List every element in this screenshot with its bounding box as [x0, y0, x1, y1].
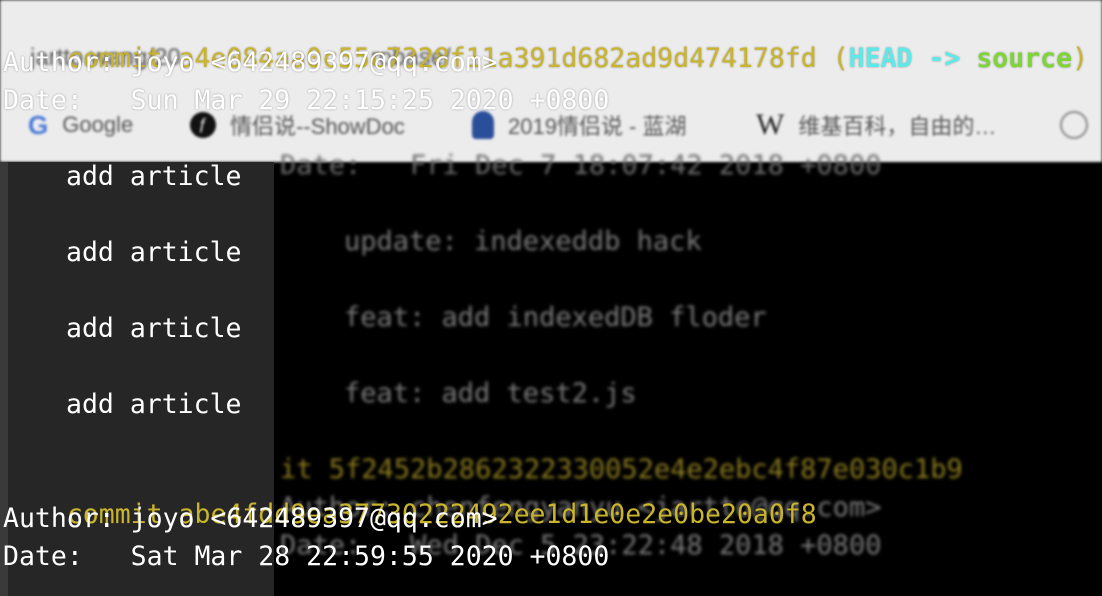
ref-arrow: ->	[928, 43, 961, 74]
author-value: joyo <642489397@qq.com>	[130, 503, 498, 534]
ref-paren-close: )	[1072, 43, 1089, 74]
commit-message: add article	[66, 237, 242, 268]
author-label: Author:	[3, 47, 115, 78]
date-line: Date: Sat Mar 28 22:59:55 2020 +0800	[3, 540, 609, 574]
author-line: Author: joyo <642489397@qq.com>	[3, 46, 498, 80]
commit-message: add article	[66, 161, 242, 192]
author-value: joyo <642489397@qq.com>	[130, 47, 498, 78]
date-value: Sat Mar 28 22:59:55 2020 +0800	[130, 541, 610, 572]
date-value: Sun Mar 29 22:15:25 2020 +0800	[130, 85, 610, 116]
ref-paren-open: (	[832, 43, 849, 74]
date-label: Date:	[3, 85, 83, 116]
commit-message: add article	[66, 389, 242, 420]
author-line: Author: joyo <642489397@qq.com>	[3, 502, 498, 536]
head-ref: HEAD	[848, 43, 913, 74]
branch-name: source	[976, 43, 1073, 74]
git-log-output[interactable]: commit a4e084aa0c55c7328f11a391d682ad9d4…	[0, 0, 1102, 596]
commit-message: add article	[66, 313, 242, 344]
author-label: Author:	[3, 503, 115, 534]
date-label: Date:	[3, 541, 83, 572]
date-line: Date: Sun Mar 29 22:15:25 2020 +0800	[3, 84, 609, 118]
